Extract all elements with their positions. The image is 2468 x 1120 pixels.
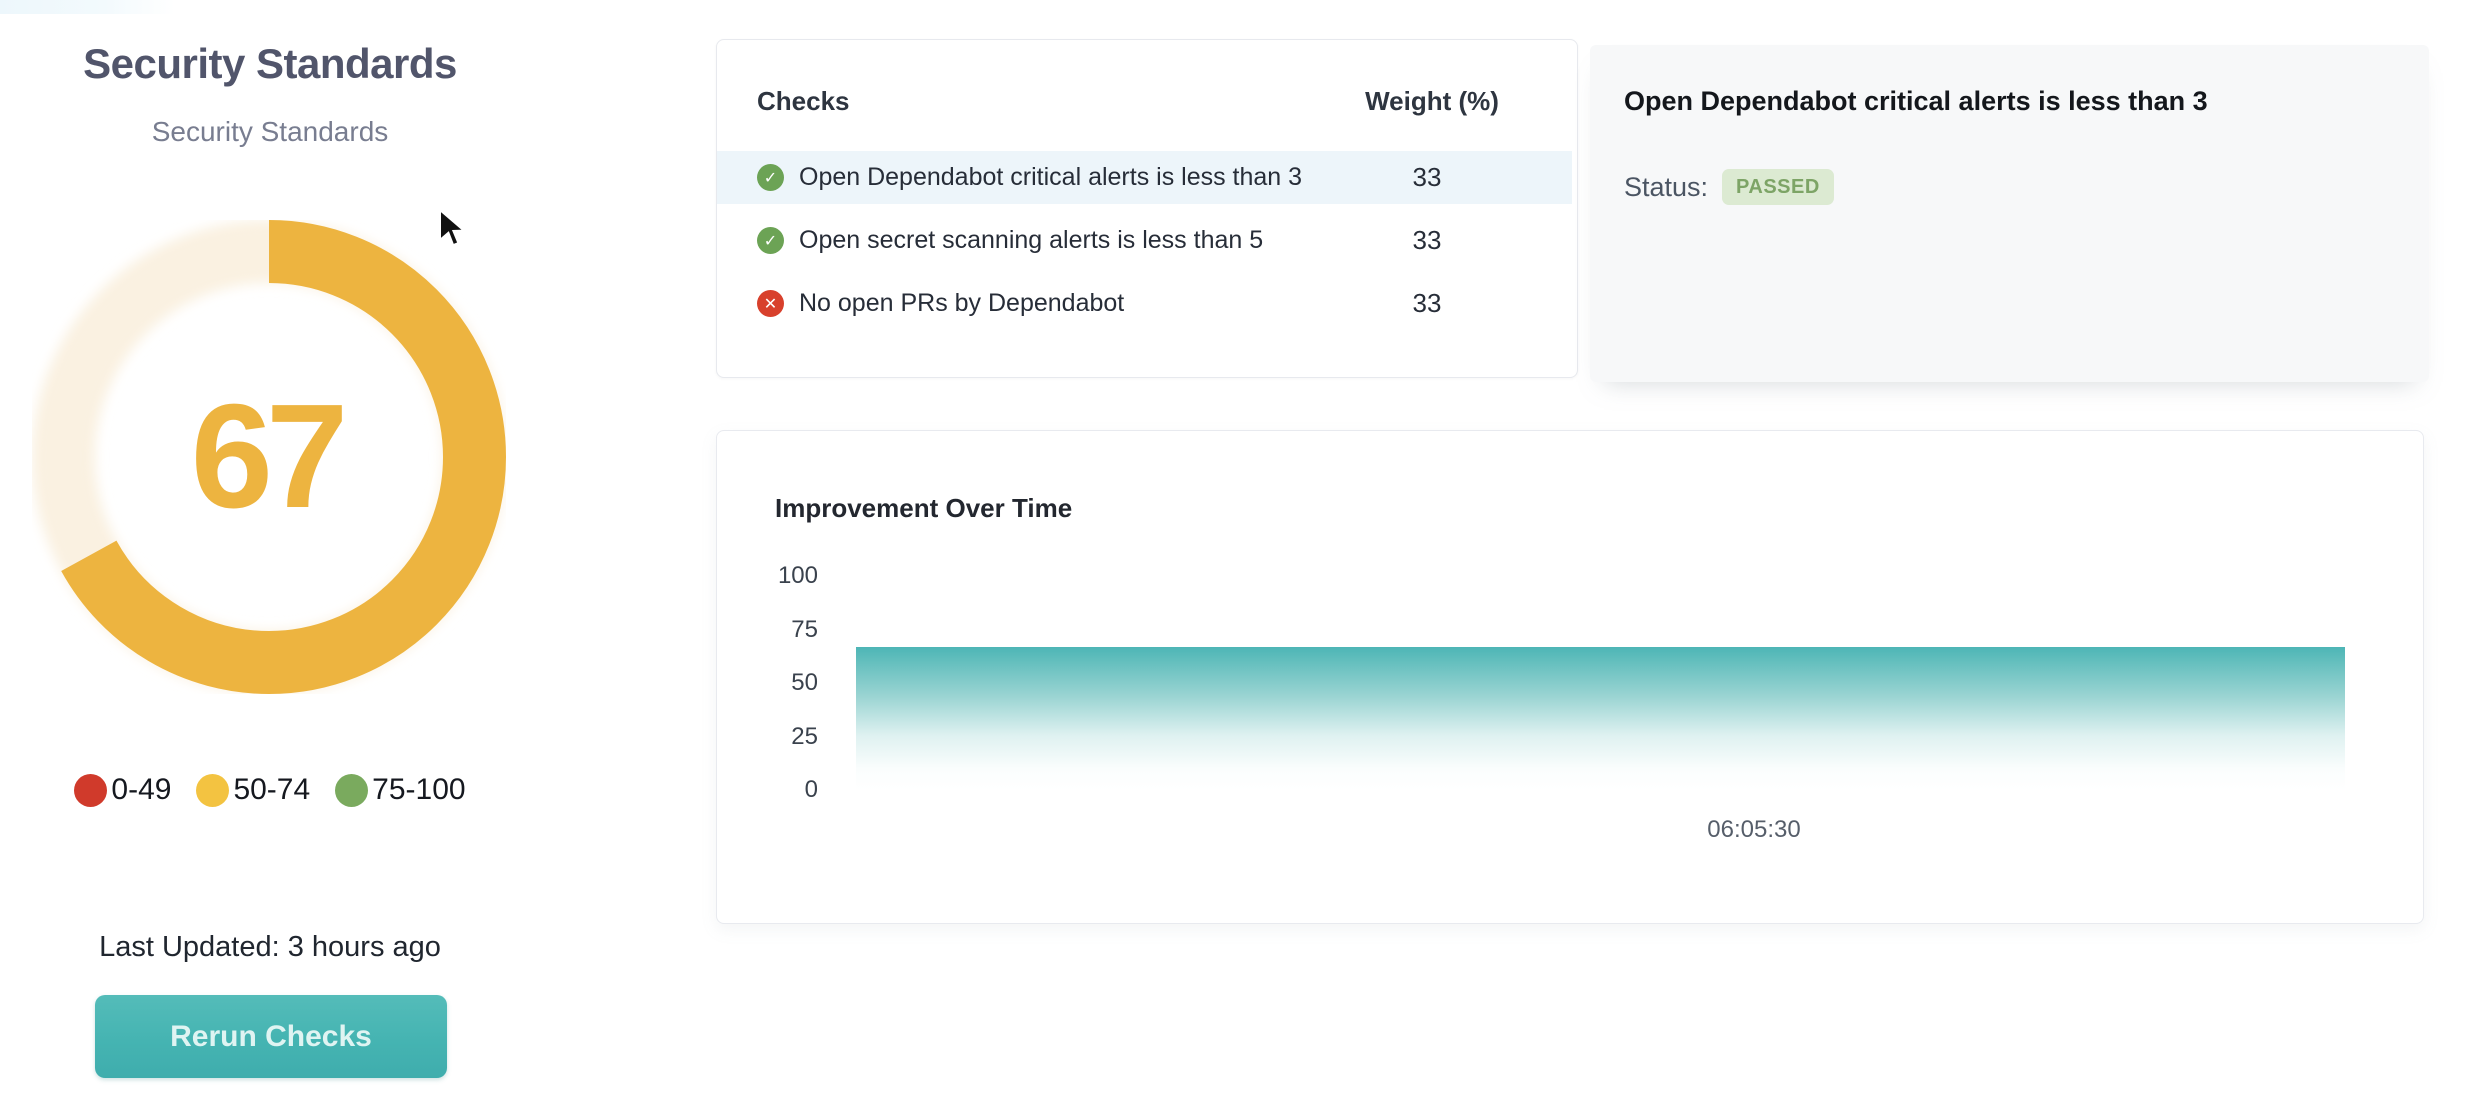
chart-title: Improvement Over Time	[775, 493, 1072, 524]
legend-item-low: 0-49	[74, 773, 171, 807]
checks-column-header: Checks	[757, 86, 850, 117]
score-legend: 0-49 50-74 75-100	[0, 773, 540, 807]
last-updated-text: Last Updated: 3 hours ago	[0, 931, 540, 964]
check-label: No open PRs by Dependabot	[799, 289, 1327, 318]
page-title: Security Standards	[0, 40, 540, 88]
y-axis-tick: 0	[748, 775, 818, 805]
check-row-secret-scanning[interactable]: ✓ Open secret scanning alerts is less th…	[717, 214, 1572, 267]
legend-label: 75-100	[372, 773, 465, 807]
check-label: Open secret scanning alerts is less than…	[799, 226, 1327, 255]
legend-dot-yellow-icon	[196, 774, 229, 807]
weight-column-header: Weight (%)	[1332, 86, 1532, 117]
security-standards-dashboard: { "left_panel": { "title": "Security Sta…	[0, 0, 2468, 1120]
failed-check-icon: ✕	[757, 290, 784, 317]
check-row-dependabot-critical[interactable]: ✓ Open Dependabot critical alerts is les…	[717, 151, 1572, 204]
y-axis-tick: 25	[748, 722, 818, 752]
check-detail-title: Open Dependabot critical alerts is less …	[1624, 86, 2399, 117]
check-weight: 33	[1327, 288, 1527, 319]
y-axis-tick: 50	[748, 668, 818, 698]
check-row-open-prs[interactable]: ✕ No open PRs by Dependabot 33	[717, 277, 1572, 330]
check-label: Open Dependabot critical alerts is less …	[799, 163, 1327, 192]
status-label: Status:	[1624, 172, 1708, 203]
check-weight: 33	[1327, 162, 1527, 193]
check-weight: 33	[1327, 225, 1527, 256]
x-axis-tick: 06:05:30	[1654, 816, 1854, 844]
legend-label: 50-74	[233, 773, 310, 807]
score-value: 67	[32, 220, 506, 694]
checks-card: Checks Weight (%) ✓ Open Dependabot crit…	[716, 39, 1578, 378]
rerun-checks-button[interactable]: Rerun Checks	[95, 995, 447, 1078]
checks-table-header: Checks Weight (%)	[757, 86, 1532, 117]
legend-dot-red-icon	[74, 774, 107, 807]
page-subtitle: Security Standards	[0, 116, 540, 148]
passed-check-icon: ✓	[757, 227, 784, 254]
legend-label: 0-49	[111, 773, 171, 807]
summary-sidebar: Security Standards Security Standards 67…	[0, 0, 540, 1120]
y-axis-tick: 75	[748, 615, 818, 645]
status-badge: PASSED	[1722, 169, 1834, 205]
area-band	[856, 647, 2345, 790]
legend-item-high: 75-100	[335, 773, 465, 807]
check-detail-panel: Open Dependabot critical alerts is less …	[1590, 45, 2429, 382]
improvement-chart-card: Improvement Over Time 100 75 50 25 0 06:…	[716, 430, 2424, 924]
check-status-row: Status: PASSED	[1624, 169, 2399, 205]
checks-table-body: ✓ Open Dependabot critical alerts is les…	[717, 151, 1572, 330]
y-axis-tick: 100	[748, 561, 818, 591]
legend-dot-green-icon	[335, 774, 368, 807]
score-gauge: 67	[32, 220, 506, 694]
passed-check-icon: ✓	[757, 164, 784, 191]
legend-item-medium: 50-74	[196, 773, 310, 807]
